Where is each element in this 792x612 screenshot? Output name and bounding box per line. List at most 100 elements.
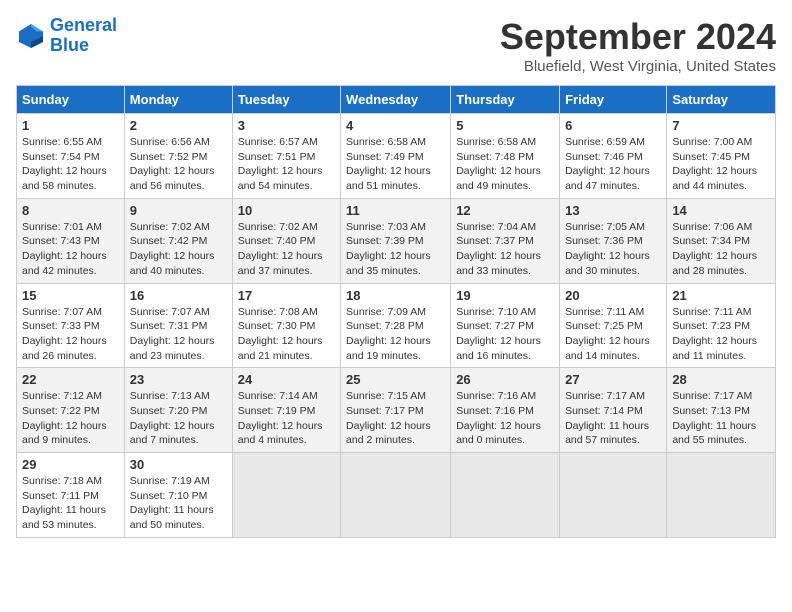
calendar-cell: 15 Sunrise: 7:07 AM Sunset: 7:33 PM Dayl… [17, 283, 125, 368]
day-info: Sunrise: 6:57 AM Sunset: 7:51 PM Dayligh… [238, 135, 335, 194]
logo-line1: General [50, 15, 117, 35]
calendar-cell: 11 Sunrise: 7:03 AM Sunset: 7:39 PM Dayl… [341, 198, 451, 283]
day-info: Sunrise: 7:14 AM Sunset: 7:19 PM Dayligh… [238, 389, 335, 448]
calendar-cell: 28 Sunrise: 7:17 AM Sunset: 7:13 PM Dayl… [667, 368, 776, 453]
day-number: 12 [456, 203, 554, 218]
day-info: Sunrise: 7:08 AM Sunset: 7:30 PM Dayligh… [238, 305, 335, 364]
day-number: 19 [456, 288, 554, 303]
day-number: 3 [238, 118, 335, 133]
day-number: 11 [346, 203, 445, 218]
day-number: 21 [672, 288, 770, 303]
month-title: September 2024 [500, 16, 776, 58]
day-info: Sunrise: 7:19 AM Sunset: 7:10 PM Dayligh… [130, 474, 227, 533]
header-day: Thursday [451, 86, 560, 114]
calendar-cell: 16 Sunrise: 7:07 AM Sunset: 7:31 PM Dayl… [124, 283, 232, 368]
day-info: Sunrise: 7:18 AM Sunset: 7:11 PM Dayligh… [22, 474, 119, 533]
day-info: Sunrise: 7:06 AM Sunset: 7:34 PM Dayligh… [672, 220, 770, 279]
day-number: 26 [456, 372, 554, 387]
logo: General Blue [16, 16, 117, 56]
day-info: Sunrise: 7:07 AM Sunset: 7:31 PM Dayligh… [130, 305, 227, 364]
day-number: 18 [346, 288, 445, 303]
day-info: Sunrise: 6:59 AM Sunset: 7:46 PM Dayligh… [565, 135, 661, 194]
calendar-cell: 14 Sunrise: 7:06 AM Sunset: 7:34 PM Dayl… [667, 198, 776, 283]
day-info: Sunrise: 7:16 AM Sunset: 7:16 PM Dayligh… [456, 389, 554, 448]
day-number: 29 [22, 457, 119, 472]
day-info: Sunrise: 7:11 AM Sunset: 7:23 PM Dayligh… [672, 305, 770, 364]
calendar-week: 29 Sunrise: 7:18 AM Sunset: 7:11 PM Dayl… [17, 453, 776, 538]
calendar-table: SundayMondayTuesdayWednesdayThursdayFrid… [16, 85, 776, 538]
day-number: 10 [238, 203, 335, 218]
calendar-cell: 4 Sunrise: 6:58 AM Sunset: 7:49 PM Dayli… [341, 114, 451, 199]
header-day: Tuesday [232, 86, 340, 114]
calendar-week: 22 Sunrise: 7:12 AM Sunset: 7:22 PM Dayl… [17, 368, 776, 453]
day-number: 8 [22, 203, 119, 218]
calendar-cell: 30 Sunrise: 7:19 AM Sunset: 7:10 PM Dayl… [124, 453, 232, 538]
calendar-cell: 21 Sunrise: 7:11 AM Sunset: 7:23 PM Dayl… [667, 283, 776, 368]
day-info: Sunrise: 7:10 AM Sunset: 7:27 PM Dayligh… [456, 305, 554, 364]
header-day: Monday [124, 86, 232, 114]
header-row: SundayMondayTuesdayWednesdayThursdayFrid… [17, 86, 776, 114]
day-number: 20 [565, 288, 661, 303]
day-info: Sunrise: 7:12 AM Sunset: 7:22 PM Dayligh… [22, 389, 119, 448]
day-number: 1 [22, 118, 119, 133]
day-number: 23 [130, 372, 227, 387]
calendar-cell: 1 Sunrise: 6:55 AM Sunset: 7:54 PM Dayli… [17, 114, 125, 199]
calendar-cell: 8 Sunrise: 7:01 AM Sunset: 7:43 PM Dayli… [17, 198, 125, 283]
day-number: 4 [346, 118, 445, 133]
day-info: Sunrise: 7:02 AM Sunset: 7:40 PM Dayligh… [238, 220, 335, 279]
calendar-cell [451, 453, 560, 538]
day-number: 6 [565, 118, 661, 133]
location: Bluefield, West Virginia, United States [500, 58, 776, 75]
day-number: 5 [456, 118, 554, 133]
day-info: Sunrise: 7:15 AM Sunset: 7:17 PM Dayligh… [346, 389, 445, 448]
calendar-cell: 25 Sunrise: 7:15 AM Sunset: 7:17 PM Dayl… [341, 368, 451, 453]
title-block: September 2024 Bluefield, West Virginia,… [500, 16, 776, 75]
calendar-cell: 26 Sunrise: 7:16 AM Sunset: 7:16 PM Dayl… [451, 368, 560, 453]
day-info: Sunrise: 7:09 AM Sunset: 7:28 PM Dayligh… [346, 305, 445, 364]
calendar-cell: 12 Sunrise: 7:04 AM Sunset: 7:37 PM Dayl… [451, 198, 560, 283]
calendar-cell: 13 Sunrise: 7:05 AM Sunset: 7:36 PM Dayl… [560, 198, 667, 283]
day-number: 13 [565, 203, 661, 218]
calendar-cell: 10 Sunrise: 7:02 AM Sunset: 7:40 PM Dayl… [232, 198, 340, 283]
day-info: Sunrise: 7:05 AM Sunset: 7:36 PM Dayligh… [565, 220, 661, 279]
calendar-week: 15 Sunrise: 7:07 AM Sunset: 7:33 PM Dayl… [17, 283, 776, 368]
day-number: 16 [130, 288, 227, 303]
logo-text: General Blue [50, 16, 117, 56]
day-info: Sunrise: 7:07 AM Sunset: 7:33 PM Dayligh… [22, 305, 119, 364]
day-number: 27 [565, 372, 661, 387]
header-day: Friday [560, 86, 667, 114]
calendar-cell: 6 Sunrise: 6:59 AM Sunset: 7:46 PM Dayli… [560, 114, 667, 199]
day-number: 9 [130, 203, 227, 218]
calendar-cell: 29 Sunrise: 7:18 AM Sunset: 7:11 PM Dayl… [17, 453, 125, 538]
day-info: Sunrise: 7:17 AM Sunset: 7:14 PM Dayligh… [565, 389, 661, 448]
logo-line2: Blue [50, 35, 89, 55]
day-number: 17 [238, 288, 335, 303]
calendar-cell: 17 Sunrise: 7:08 AM Sunset: 7:30 PM Dayl… [232, 283, 340, 368]
calendar-cell [667, 453, 776, 538]
day-number: 7 [672, 118, 770, 133]
header-day: Saturday [667, 86, 776, 114]
day-number: 22 [22, 372, 119, 387]
day-number: 28 [672, 372, 770, 387]
calendar-cell: 9 Sunrise: 7:02 AM Sunset: 7:42 PM Dayli… [124, 198, 232, 283]
day-number: 14 [672, 203, 770, 218]
calendar-cell: 3 Sunrise: 6:57 AM Sunset: 7:51 PM Dayli… [232, 114, 340, 199]
day-info: Sunrise: 7:04 AM Sunset: 7:37 PM Dayligh… [456, 220, 554, 279]
calendar-cell: 22 Sunrise: 7:12 AM Sunset: 7:22 PM Dayl… [17, 368, 125, 453]
day-number: 2 [130, 118, 227, 133]
header-day: Sunday [17, 86, 125, 114]
day-info: Sunrise: 6:55 AM Sunset: 7:54 PM Dayligh… [22, 135, 119, 194]
day-number: 25 [346, 372, 445, 387]
header-day: Wednesday [341, 86, 451, 114]
day-info: Sunrise: 6:58 AM Sunset: 7:49 PM Dayligh… [346, 135, 445, 194]
calendar-header: SundayMondayTuesdayWednesdayThursdayFrid… [17, 86, 776, 114]
calendar-week: 1 Sunrise: 6:55 AM Sunset: 7:54 PM Dayli… [17, 114, 776, 199]
calendar-cell: 7 Sunrise: 7:00 AM Sunset: 7:45 PM Dayli… [667, 114, 776, 199]
calendar-cell: 23 Sunrise: 7:13 AM Sunset: 7:20 PM Dayl… [124, 368, 232, 453]
day-info: Sunrise: 7:17 AM Sunset: 7:13 PM Dayligh… [672, 389, 770, 448]
calendar-cell [560, 453, 667, 538]
calendar-cell: 20 Sunrise: 7:11 AM Sunset: 7:25 PM Dayl… [560, 283, 667, 368]
calendar-cell: 27 Sunrise: 7:17 AM Sunset: 7:14 PM Dayl… [560, 368, 667, 453]
day-number: 15 [22, 288, 119, 303]
day-info: Sunrise: 7:01 AM Sunset: 7:43 PM Dayligh… [22, 220, 119, 279]
